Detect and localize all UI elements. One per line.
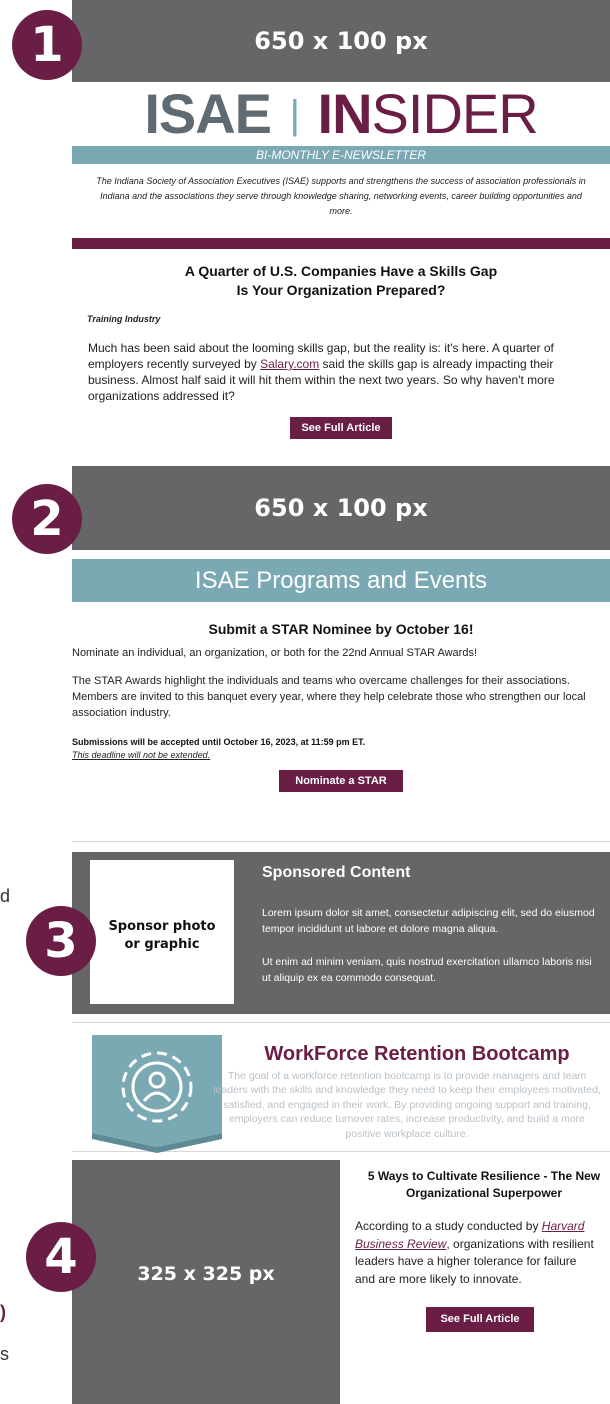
article-1-source: Training Industry xyxy=(87,314,161,324)
bootcamp-title: WorkForce Retention Bootcamp xyxy=(264,1043,570,1065)
masthead-subtitle-bar: BI-MONTHLY E-NEWSLETTER xyxy=(72,146,610,164)
article-2-title: 5 Ways to Cultivate Resilience - The New… xyxy=(367,1169,601,1200)
edge-fragment: d xyxy=(0,886,11,906)
article-2-button-wrap: See Full Article xyxy=(355,1288,605,1332)
article-2-body: According to a study conducted by Harvar… xyxy=(355,1202,605,1288)
programs-header-text: ISAE Programs and Events xyxy=(194,567,488,594)
step-badge-4: 4 xyxy=(26,1222,96,1292)
square-size-label: 325 x 325 px xyxy=(137,1263,275,1285)
see-full-article-button-2[interactable]: See Full Article xyxy=(426,1307,534,1332)
masthead-intro: The Indiana Society of Association Execu… xyxy=(96,176,586,216)
bootcamp-card: WorkForce Retention Bootcamp The goal of… xyxy=(72,1022,610,1153)
star-para-1: Nominate an individual, an organization,… xyxy=(72,647,478,659)
article-2: 5 Ways to Cultivate Resilience - The New… xyxy=(355,1168,605,1404)
sponsored-content: Sponsor photo or graphic Sponsored Conte… xyxy=(72,852,610,1014)
star-deadline: Submissions will be accepted until Octob… xyxy=(72,737,366,747)
sponsored-para-2: Ut enim ad minim veniam, quis nostrud ex… xyxy=(262,956,592,984)
article-1: A Quarter of U.S. Companies Have a Skill… xyxy=(72,262,610,467)
step-badge-1: 1 xyxy=(12,10,82,80)
article-1-title: A Quarter of U.S. Companies Have a Skill… xyxy=(72,262,610,300)
programs-body: Submit a STAR Nominee by October 16! Nom… xyxy=(72,612,610,842)
logo-divider: | xyxy=(289,93,300,137)
sponsor-photo-label-line1: Sponsor photo xyxy=(108,919,216,934)
article-2-body-text: According to a study conducted by xyxy=(355,1219,542,1233)
banner-size-label: 650 x 100 px xyxy=(254,494,428,522)
programs-header: ISAE Programs and Events xyxy=(72,559,610,602)
sponsored-para-1: Lorem ipsum dolor sit amet, consectetur … xyxy=(262,907,595,935)
masthead-subtitle: BI-MONTHLY E-NEWSLETTER xyxy=(255,148,427,162)
edge-fragment: ) xyxy=(0,1302,6,1322)
sponsor-photo-placeholder: Sponsor photo or graphic xyxy=(90,860,234,1004)
sponsored-title: Sponsored Content xyxy=(262,864,411,881)
nominate-star-button[interactable]: Nominate a STAR xyxy=(279,770,403,792)
logo-sider: SIDER xyxy=(371,82,539,145)
nominate-button-wrap: Nominate a STAR xyxy=(72,762,610,792)
step-badge-3: 3 xyxy=(26,906,96,976)
logo-in: IN xyxy=(317,82,373,145)
star-title: Submit a STAR Nominee by October 16! xyxy=(208,621,474,637)
salary-com-link[interactable]: Salary.com xyxy=(260,357,319,371)
article-1-title-line1: A Quarter of U.S. Companies Have a Skill… xyxy=(184,263,498,279)
step-badge-2: 2 xyxy=(12,484,82,554)
see-full-article-button[interactable]: See Full Article xyxy=(290,417,392,439)
edge-fragment: s xyxy=(0,1344,9,1364)
banner-placeholder-1: 650 x 100 px xyxy=(72,0,610,82)
maroon-divider xyxy=(72,238,610,249)
square-image-placeholder: 325 x 325 px xyxy=(72,1160,340,1404)
article-1-button-wrap: See Full Article xyxy=(72,404,610,439)
sponsor-photo-label-line2: or graphic xyxy=(124,937,200,952)
gear-people-icon xyxy=(92,1035,222,1153)
banner-size-label: 650 x 100 px xyxy=(254,27,428,55)
star-para-2: The STAR Awards highlight the individual… xyxy=(72,675,586,719)
masthead-logo: ISAE | INSIDER xyxy=(72,82,610,146)
bootcamp-body: The goal of a workforce retention bootca… xyxy=(213,1070,601,1140)
article-1-body: Much has been said about the looming ski… xyxy=(72,324,610,404)
divider-line xyxy=(72,841,610,842)
star-deadline-note: This deadline will not be extended. xyxy=(72,750,211,760)
logo-isae: ISAE xyxy=(144,82,272,145)
article-1-title-line2: Is Your Organization Prepared? xyxy=(236,282,446,298)
banner-placeholder-2: 650 x 100 px xyxy=(72,466,610,550)
sponsor-photo-label: Sponsor photo or graphic xyxy=(90,918,234,954)
